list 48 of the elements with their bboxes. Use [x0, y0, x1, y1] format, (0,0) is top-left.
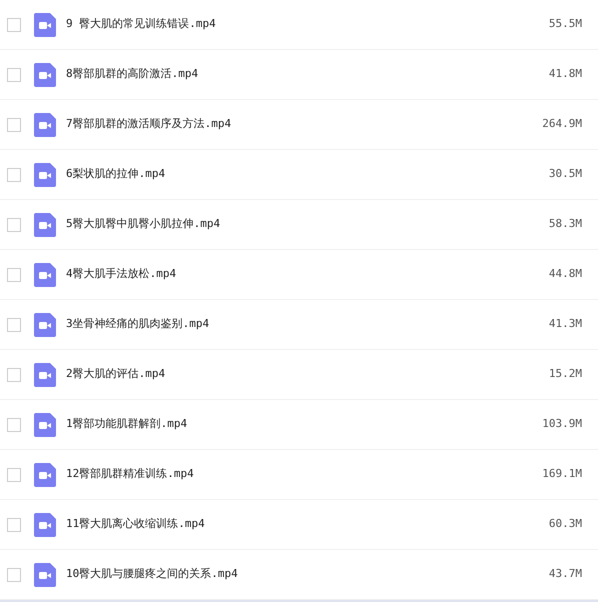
- file-name[interactable]: 2臀大肌的评估.mp4: [66, 366, 166, 383]
- checkbox[interactable]: [7, 468, 21, 482]
- video-file-icon: [34, 212, 56, 236]
- file-size: 169.1M: [542, 466, 582, 482]
- checkbox[interactable]: [7, 268, 21, 282]
- video-file-icon: [34, 462, 56, 486]
- file-size: 58.3M: [548, 216, 582, 232]
- checkbox[interactable]: [7, 318, 21, 332]
- video-file-icon: [34, 362, 56, 386]
- video-file-icon: [34, 562, 56, 586]
- file-size: 264.9M: [542, 116, 582, 132]
- video-file-icon: [34, 62, 56, 86]
- video-file-icon: [34, 112, 56, 136]
- file-name[interactable]: 6梨状肌的拉伸.mp4: [66, 166, 166, 183]
- video-file-icon: [34, 12, 56, 36]
- file-name[interactable]: 10臀大肌与腰腿疼之间的关系.mp4: [66, 566, 238, 583]
- checkbox[interactable]: [7, 518, 21, 532]
- file-name[interactable]: 3坐骨神经痛的肌肉鉴别.mp4: [66, 316, 210, 333]
- checkbox[interactable]: [7, 118, 21, 132]
- file-name[interactable]: 8臀部肌群的高阶激活.mp4: [66, 66, 198, 83]
- file-size: 60.3M: [548, 516, 582, 532]
- file-name[interactable]: 7臀部肌群的激活顺序及方法.mp4: [66, 116, 232, 133]
- file-name[interactable]: 11臀大肌离心收缩训练.mp4: [66, 516, 205, 533]
- checkbox[interactable]: [7, 418, 21, 432]
- checkbox[interactable]: [7, 68, 21, 82]
- file-name[interactable]: 1臀部功能肌群解剖.mp4: [66, 416, 188, 433]
- checkbox[interactable]: [7, 18, 21, 32]
- file-size: 41.8M: [548, 66, 582, 82]
- file-name[interactable]: 9 臀大肌的常见训练错误.mp4: [66, 16, 216, 33]
- checkbox[interactable]: [7, 168, 21, 182]
- video-file-icon: [34, 262, 56, 286]
- file-size: 44.8M: [548, 266, 582, 282]
- file-size: 103.9M: [542, 416, 582, 432]
- video-file-icon: [34, 312, 56, 336]
- video-file-icon: [34, 162, 56, 186]
- file-size: 43.7M: [548, 566, 582, 582]
- file-size: 30.5M: [548, 166, 582, 182]
- file-size: 55.5M: [548, 16, 582, 32]
- file-name[interactable]: 5臀大肌臀中肌臀小肌拉伸.mp4: [66, 216, 220, 233]
- checkbox[interactable]: [7, 568, 21, 582]
- checkbox[interactable]: [7, 218, 21, 232]
- file-size: 15.2M: [548, 366, 582, 382]
- checkbox[interactable]: [7, 368, 21, 382]
- video-file-icon: [34, 412, 56, 436]
- file-size: 41.3M: [548, 316, 582, 332]
- file-name[interactable]: 4臀大肌手法放松.mp4: [66, 266, 176, 283]
- video-file-icon: [34, 512, 56, 536]
- file-name[interactable]: 12臀部肌群精准训练.mp4: [66, 466, 194, 483]
